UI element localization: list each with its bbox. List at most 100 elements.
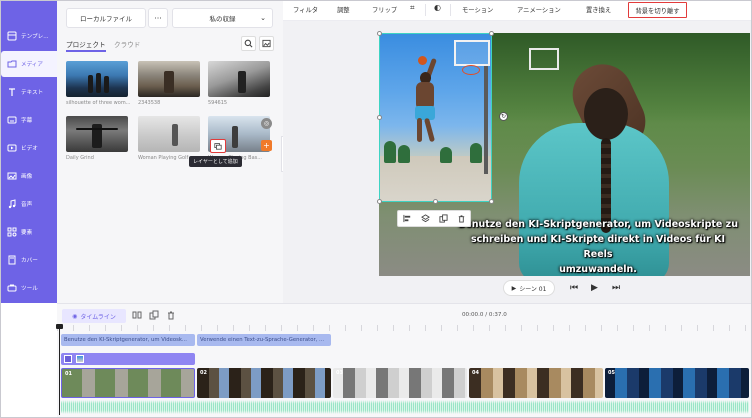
next-button[interactable]: ⏭ xyxy=(612,283,620,293)
duplicate-clip-button[interactable] xyxy=(149,310,159,320)
video-clip[interactable]: 05 xyxy=(605,368,749,398)
arrange-button[interactable] xyxy=(420,213,431,224)
sidebar-item-label: メディア xyxy=(21,62,43,68)
sidebar-item-elements[interactable]: 要素 xyxy=(1,219,57,245)
resize-handle[interactable] xyxy=(377,31,382,36)
tree xyxy=(470,143,482,163)
waveform-mask xyxy=(61,400,749,414)
adjust-button[interactable]: 調整 xyxy=(337,5,350,14)
sidebar-item-text[interactable]: テキスト xyxy=(1,79,57,105)
search-button[interactable] xyxy=(241,36,256,51)
tab-project[interactable]: プロジェクト xyxy=(66,39,106,49)
sidebar-item-images[interactable]: 画像 xyxy=(1,163,57,189)
video-clip[interactable]: 01 xyxy=(61,368,195,398)
sidebar-item-tools[interactable]: ツール xyxy=(1,275,57,301)
sidebar-item-label: テンプレ... xyxy=(21,34,49,40)
layer-tools xyxy=(397,210,471,227)
play-button[interactable]: ▶ xyxy=(591,283,598,293)
subtitle-clip[interactable]: Benutze den KI-Skriptgenerator, um Video… xyxy=(61,334,195,346)
clip-number: 03 xyxy=(336,370,343,376)
plus-icon: + xyxy=(263,141,270,150)
media-thumb[interactable] xyxy=(66,61,128,97)
video-clip[interactable]: 03 xyxy=(333,368,467,398)
resize-handle[interactable] xyxy=(377,199,382,204)
animation-button[interactable]: アニメーション xyxy=(517,5,561,14)
more-button[interactable]: ··· xyxy=(148,8,168,28)
figure-player xyxy=(232,126,238,148)
filter-button[interactable]: フィルタ xyxy=(293,5,318,14)
sidebar-item-label: カバー xyxy=(21,258,38,264)
media-thumb[interactable] xyxy=(138,116,200,152)
playhead[interactable] xyxy=(59,325,60,415)
sidebar-item-subtitles[interactable]: 字幕 xyxy=(1,107,57,133)
timeline-toggle-button[interactable]: ◉ タイムライン xyxy=(62,309,126,323)
image-view-button[interactable] xyxy=(259,36,274,51)
media-thumb[interactable] xyxy=(138,61,200,97)
overlay-image-layer[interactable] xyxy=(379,33,492,202)
layer-clip-marker xyxy=(64,355,72,363)
align-button[interactable] xyxy=(402,213,413,224)
rotate-icon: ↻ xyxy=(500,113,507,120)
video-clip[interactable]: 04 xyxy=(469,368,603,398)
tab-cloud[interactable]: クラウド xyxy=(114,39,140,49)
video-icon xyxy=(7,143,17,153)
video-clip[interactable]: 02 xyxy=(197,368,331,398)
resize-handle[interactable] xyxy=(377,115,382,120)
canvas-subtitle[interactable]: Benutze den KI-Skriptgenerator, um Video… xyxy=(456,217,740,277)
subtitle-icon xyxy=(7,115,17,125)
media-thumb[interactable] xyxy=(208,61,270,97)
sidebar-item-video[interactable]: ビデオ xyxy=(1,135,57,161)
image-icon xyxy=(262,39,271,48)
delete-button[interactable] xyxy=(456,213,467,224)
sidebar-item-media[interactable]: メディア xyxy=(1,51,57,77)
sidebar-item-cover[interactable]: カバー xyxy=(1,247,57,273)
duplicate-button[interactable] xyxy=(438,213,449,224)
sidebar-item-label: ビデオ xyxy=(21,146,38,152)
delete-clip-button[interactable] xyxy=(166,310,176,320)
sidebar: テンプレ... メディア テキスト 字幕 ビデオ 画像 音声 要素 カバー ツー… xyxy=(1,1,57,303)
player-head xyxy=(584,88,628,140)
thumb-options-button[interactable]: ◎ xyxy=(261,118,272,129)
sidebar-item-templates[interactable]: テンプレ... xyxy=(1,23,57,49)
tab-underline xyxy=(66,50,106,52)
play-icon: ▶ xyxy=(591,283,598,293)
timeline-label: タイムライン xyxy=(80,313,116,321)
local-files-button[interactable]: ローカルファイル xyxy=(66,8,146,28)
search-icon xyxy=(244,39,253,48)
hoop-pole xyxy=(484,64,488,174)
skip-forward-icon: ⏭ xyxy=(612,283,621,293)
resize-handle[interactable] xyxy=(433,199,438,204)
layers-icon xyxy=(420,214,430,223)
subtitle-clip[interactable]: Verwende einen Text-zu-Sprache-Generator… xyxy=(197,334,331,346)
trash-icon xyxy=(168,311,174,320)
motion-button[interactable]: モーション xyxy=(462,5,493,14)
music-icon xyxy=(7,199,17,209)
scene-selector[interactable]: ▶ シーン 01 xyxy=(503,280,555,296)
sidebar-item-audio[interactable]: 音声 xyxy=(1,191,57,217)
collection-select[interactable]: 私の収録 ⌄ xyxy=(172,8,273,28)
replace-button[interactable]: 置き換え xyxy=(586,5,611,14)
text-icon xyxy=(7,87,17,97)
media-thumb[interactable] xyxy=(66,116,128,152)
crop-button[interactable]: ⌗ xyxy=(410,3,415,13)
split-button[interactable] xyxy=(132,310,142,320)
tooltip: レイヤーとして追加 xyxy=(189,156,242,167)
trash-icon xyxy=(458,215,464,223)
resize-handle[interactable] xyxy=(489,31,494,36)
folder-icon xyxy=(7,59,17,69)
previous-button[interactable]: ⏮ xyxy=(570,283,578,293)
remove-background-button[interactable]: 背景を切り離す xyxy=(628,2,687,18)
play-circle-icon: ◉ xyxy=(72,312,78,320)
divider xyxy=(425,4,426,16)
timeline-ruler xyxy=(57,325,751,331)
playhead-handle[interactable] xyxy=(56,324,63,329)
add-media-button[interactable]: + xyxy=(261,140,272,151)
figure-golfer xyxy=(172,124,178,146)
overlay-player xyxy=(410,57,438,143)
rotate-handle[interactable]: ↻ xyxy=(499,112,508,121)
resize-handle[interactable] xyxy=(489,199,494,204)
opacity-button[interactable]: ◐ xyxy=(434,3,441,12)
flip-button[interactable]: フリップ xyxy=(372,5,397,14)
layer-clip-thumbnail xyxy=(76,355,84,363)
add-as-layer-button[interactable] xyxy=(210,139,226,153)
